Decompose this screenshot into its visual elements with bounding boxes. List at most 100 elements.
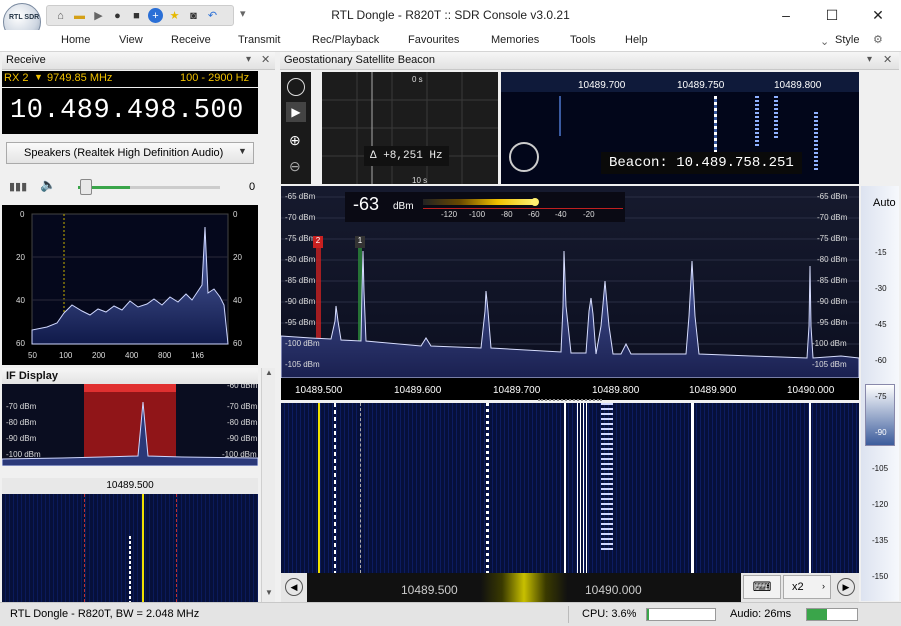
audio-x-label: 400 (125, 351, 139, 360)
play-icon[interactable]: ▶ (286, 102, 306, 122)
tab-receive[interactable]: Receive (171, 34, 211, 46)
minimize-button[interactable]: – (763, 0, 809, 30)
freq-axis-label: 10489.500 (295, 385, 343, 396)
beacon-trace (755, 96, 759, 146)
waterfall-trace (809, 403, 811, 573)
spectrum-db-label-right: -85 dBm (817, 276, 848, 285)
s-meter-scale: -40 (555, 210, 567, 219)
spectrum-db-label: -100 dBm (285, 339, 320, 348)
freq-axis-label: 10489.800 (592, 385, 640, 396)
s-meter-value: -63 (353, 194, 380, 214)
s-meter-peak (531, 198, 539, 206)
splitter-handle[interactable] (538, 399, 602, 402)
close-icon[interactable]: ✕ (883, 53, 892, 66)
waterfall-trace (334, 403, 336, 573)
marker-1[interactable]: 1 (355, 236, 365, 248)
level-scale-label: -150 (872, 572, 889, 581)
tab-help[interactable]: Help (625, 34, 648, 46)
close-icon[interactable]: ✕ (261, 53, 270, 66)
scroll-up-icon[interactable]: ▲ (265, 368, 273, 377)
if-db-label-right: -100 dBm (222, 450, 257, 459)
s-meter-scale: -60 (528, 210, 540, 219)
audio-spectrum-plot (31, 213, 229, 345)
keyboard-icon[interactable]: ⌨ (743, 575, 781, 599)
spectrum-db-label: -90 dBm (285, 297, 316, 306)
beacon-spectrum[interactable]: 10489.700 10489.750 10489.800 Beacon: 10… (501, 72, 859, 184)
cpu-meter (646, 608, 716, 621)
left-scrollbar[interactable]: ▲ ▼ (261, 368, 275, 602)
auto-button[interactable]: Auto (873, 197, 896, 209)
nav-freq-label: 10490.000 (585, 583, 642, 597)
level-scale-label: -135 (872, 536, 889, 545)
beacon-trace (814, 112, 818, 172)
levels-icon[interactable]: ▮▮▮ (9, 180, 27, 193)
frequency-axis[interactable]: 10489.500 10489.600 10489.700 10489.800 … (281, 378, 859, 400)
scroll-down-icon[interactable]: ▼ (265, 588, 273, 597)
tab-favourites[interactable]: Favourites (408, 34, 459, 46)
minus-icon[interactable]: ⊖ (289, 158, 301, 175)
audio-x-label: 200 (92, 351, 106, 360)
time-scope[interactable]: 0 s Δ +8,251 Hz 10 s (322, 72, 498, 185)
if-signal-trace (129, 536, 131, 602)
spectrum-db-label-right: -80 dBm (817, 255, 848, 264)
if-db-label: -80 dBm (6, 418, 37, 427)
scroll-right-icon[interactable]: ▶ (837, 578, 855, 596)
beacon-trace (774, 96, 778, 140)
chevron-down-icon: ▼ (238, 146, 247, 156)
main-spectrum[interactable]: -65 dBm -70 dBm -75 dBm -80 dBm -85 dBm … (280, 186, 860, 379)
tab-transmit[interactable]: Transmit (238, 34, 280, 46)
beacon-trace (559, 96, 561, 136)
tab-view[interactable]: View (119, 34, 143, 46)
if-db-label: -100 dBm (6, 450, 41, 459)
tab-tools[interactable]: Tools (570, 34, 596, 46)
scope-tools: ▶ ⊕ ⊖ (281, 72, 311, 184)
zoom-button[interactable]: x2 › (783, 575, 831, 599)
level-scale-label: -45 (875, 320, 887, 329)
beacon-freq-label: 10489.700 (578, 80, 626, 91)
time-scope-grid (322, 72, 498, 184)
crosshair-icon[interactable]: ⊕ (289, 132, 301, 149)
receive-panel-title: Receive (6, 54, 46, 66)
tab-home[interactable]: Home (61, 34, 90, 46)
main-waterfall[interactable] (281, 403, 859, 573)
frequency-display[interactable]: 10.489.498.500 (2, 88, 258, 134)
overview-bar[interactable] (307, 573, 741, 602)
if-waterfall[interactable] (2, 494, 258, 602)
level-scale-label: -30 (875, 284, 887, 293)
audio-spectrum[interactable]: 0 20 40 60 0 20 40 60 50 100 200 400 800… (2, 205, 258, 365)
tracking-dial-icon (509, 142, 539, 172)
tab-rec-playback[interactable]: Rec/Playback (312, 34, 379, 46)
scope-time-label: 0 s (412, 75, 423, 84)
speaker-icon[interactable]: 🔈 (40, 177, 56, 193)
waterfall-marker-1 (360, 403, 361, 573)
pin-icon[interactable]: ▾ (867, 54, 872, 65)
s-meter-scale: -120 (441, 210, 458, 219)
marker-2[interactable]: 2 (313, 236, 323, 248)
if-waterfall-cursor (142, 494, 144, 602)
level-scale-label: -90 (875, 428, 887, 437)
spectrum-db-label-right: -95 dBm (817, 318, 848, 327)
s-meter-scale: -100 (469, 210, 486, 219)
freq-axis-label: 10490.000 (787, 385, 835, 396)
level-scale-label: -120 (872, 500, 889, 509)
tab-memories[interactable]: Memories (491, 34, 539, 46)
gear-icon[interactable]: ⚙ (873, 33, 883, 46)
scroll-left-icon[interactable]: ◀ (285, 578, 303, 596)
close-button[interactable]: ✕ (855, 0, 901, 30)
maximize-button[interactable]: ☐ (809, 0, 855, 30)
if-spectrum[interactable]: -70 dBm -80 dBm -90 dBm -100 dBm -60 dBm… (1, 381, 259, 467)
waterfall-navigation: ◀ 10489.500 10490.000 ⌨ x2 › ▶ (281, 573, 859, 602)
spectrum-db-label: -75 dBm (285, 234, 316, 243)
style-menu[interactable]: Style (835, 34, 859, 46)
triangle-down-icon[interactable]: ▼ (34, 72, 43, 82)
audio-device-select[interactable]: Speakers (Realtek High Definition Audio) (6, 142, 254, 164)
if-db-label-right: -80 dBm (227, 418, 258, 427)
circle-icon[interactable] (287, 78, 305, 96)
volume-slider-thumb[interactable] (80, 179, 92, 195)
spectrum-db-label-right: -70 dBm (817, 213, 848, 222)
if-display-title: IF Display (6, 370, 58, 382)
bandwidth-label[interactable]: 100 - 2900 Hz (180, 72, 249, 84)
audio-y-label-right: 40 (233, 296, 242, 305)
level-scale[interactable]: Auto -15 -30 -45 -60 -75 -90 -105 -120 -… (861, 186, 899, 601)
pin-icon[interactable]: ▾ (246, 54, 251, 65)
